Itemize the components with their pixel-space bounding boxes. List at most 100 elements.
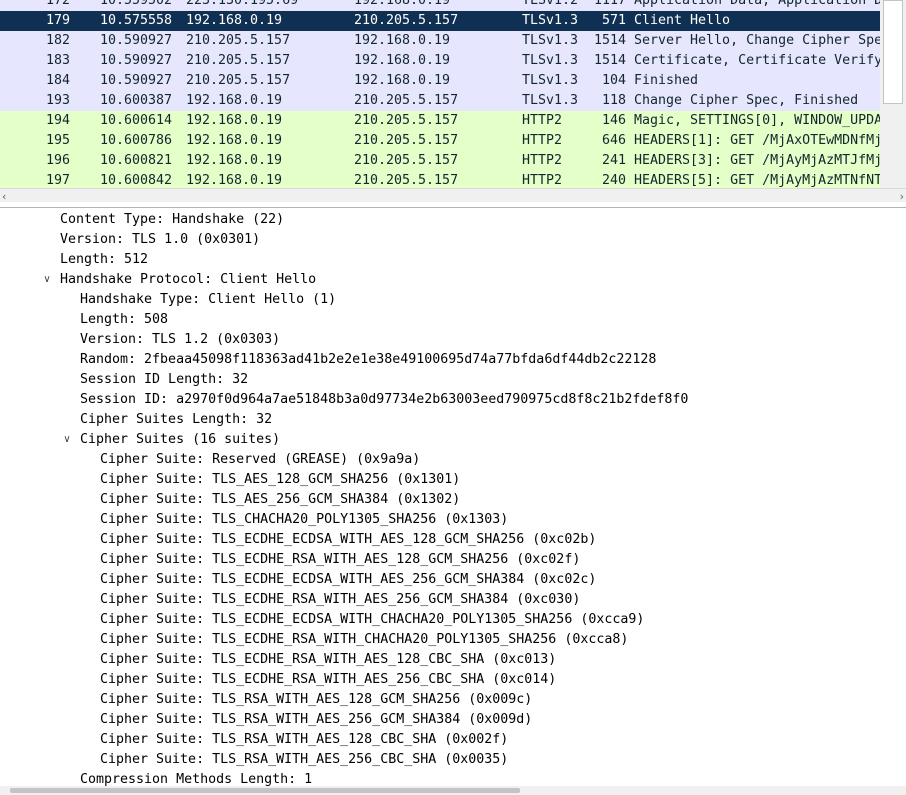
detail-tree-item[interactable]: Cipher Suite: TLS_AES_128_GCM_SHA256 (0x…: [100, 470, 460, 490]
packet-row[interactable]: 196 10.600821 192.168.0.19 210.205.5.157 HTT…: [0, 151, 880, 171]
detail-tree-label: Content Type: Handshake (22): [60, 212, 285, 227]
detail-tree-item[interactable]: Cipher Suite: TLS_ECDHE_ECDSA_WITH_CHACH…: [100, 610, 644, 630]
detail-tree-item[interactable]: Cipher Suite: TLS_ECDHE_RSA_WITH_AES_128…: [100, 550, 580, 570]
detail-tree-item[interactable]: Cipher Suite: Reserved (GREASE) (0x9a9a): [100, 450, 420, 470]
details-horizontal-scrollbar[interactable]: [0, 786, 906, 795]
packet-time-cell: 10.600842: [100, 173, 173, 188]
detail-tree-label: Cipher Suites Length: 32: [80, 412, 273, 427]
packet-info-cell: Application Data, Application D: [634, 0, 881, 8]
detail-tree-item[interactable]: Cipher Suite: TLS_RSA_WITH_AES_128_GCM_S…: [100, 690, 532, 710]
detail-tree-label: Cipher Suite: TLS_ECDHE_RSA_WITH_AES_256…: [100, 672, 557, 687]
packet-src-cell: 210.205.5.157: [186, 33, 291, 48]
packet-src-cell: 210.205.5.157: [186, 53, 291, 68]
packet-info-cell: Certificate, Certificate Verify: [634, 53, 881, 68]
packet-row[interactable]: 193 10.600387 192.168.0.19 210.205.5.157 TLS…: [0, 91, 880, 111]
packet-time-cell: 10.590927: [100, 73, 173, 88]
packet-no-cell: 184: [45, 73, 70, 88]
chevron-down-icon[interactable]: ∨: [61, 430, 73, 450]
packet-dst-cell: 210.205.5.157: [354, 173, 459, 188]
packet-dst-cell: 210.205.5.157: [354, 93, 459, 108]
packet-dst-cell: 192.168.0.19: [354, 33, 451, 48]
packet-len-cell: 146: [601, 113, 626, 128]
packet-dst-cell: 192.168.0.19: [354, 53, 451, 68]
detail-tree-item[interactable]: Cipher Suite: TLS_AES_256_GCM_SHA384 (0x…: [100, 490, 460, 510]
packet-proto-cell: TLSv1.3: [522, 53, 579, 68]
packet-proto-cell: HTTP2: [522, 153, 563, 168]
packet-len-cell: 1514: [593, 33, 626, 48]
packet-details-tree[interactable]: Content Type: Handshake (22) Version: TLS…: [0, 210, 906, 786]
detail-tree-item[interactable]: Compression Methods Length: 1: [80, 770, 312, 786]
detail-tree-label: Cipher Suite: TLS_ECDHE_RSA_WITH_AES_128…: [100, 552, 581, 567]
packet-dst-cell: 210.205.5.157: [354, 153, 459, 168]
packet-row[interactable]: 179 10.575558 192.168.0.19 210.205.5.157 TLS…: [0, 11, 880, 31]
packet-row[interactable]: 183 10.590927 210.205.5.157 192.168.0.19 TLS…: [0, 51, 880, 71]
packet-dst-cell: 192.168.0.19: [354, 0, 451, 8]
pane-splitter[interactable]: [0, 202, 906, 208]
detail-tree-label: Cipher Suites (16 suites): [80, 432, 281, 447]
detail-tree-item[interactable]: Cipher Suite: TLS_ECDHE_RSA_WITH_AES_256…: [100, 590, 580, 610]
detail-tree-item[interactable]: Cipher Suite: TLS_ECDHE_RSA_WITH_AES_256…: [100, 670, 556, 690]
detail-tree-item[interactable]: Length: 508: [80, 310, 168, 330]
packet-info-cell: Finished: [634, 73, 699, 88]
scrollbar-thumb[interactable]: [883, 0, 903, 104]
packet-row[interactable]: 197 10.600842 192.168.0.19 210.205.5.157 HTT…: [0, 171, 880, 188]
detail-tree-label: Length: 512: [60, 252, 149, 267]
packet-time-cell: 10.600821: [100, 153, 173, 168]
detail-tree-item[interactable]: Session ID Length: 32: [80, 370, 248, 390]
detail-tree-label: Handshake Protocol: Client Hello: [60, 272, 317, 287]
detail-tree-label: Cipher Suite: TLS_AES_256_GCM_SHA384 (0x…: [100, 492, 461, 507]
detail-tree-item[interactable]: Cipher Suite: TLS_RSA_WITH_AES_256_CBC_S…: [100, 750, 508, 770]
detail-tree-item[interactable]: Cipher Suite: TLS_RSA_WITH_AES_256_GCM_S…: [100, 710, 532, 730]
packet-src-cell: 192.168.0.19: [186, 13, 283, 28]
packet-src-cell: 192.168.0.19: [186, 173, 283, 188]
packet-proto-cell: TLSv1.3: [522, 13, 579, 28]
detail-tree-item[interactable]: Cipher Suites Length: 32: [80, 410, 272, 430]
packet-time-cell: 10.600786: [100, 133, 173, 148]
detail-tree-item[interactable]: ∨ Cipher Suites (16 suites): [63, 430, 281, 450]
packet-src-cell: 223.130.195.69: [186, 0, 299, 8]
packet-no-cell: 172: [45, 0, 70, 8]
packet-info-cell: Change Cipher Spec, Finished: [634, 93, 859, 108]
detail-tree-label: Version: TLS 1.0 (0x0301): [60, 232, 261, 247]
packet-no-cell: 193: [45, 93, 70, 108]
detail-tree-item[interactable]: Version: TLS 1.0 (0x0301): [60, 230, 260, 250]
detail-tree-item[interactable]: Cipher Suite: TLS_CHACHA20_POLY1305_SHA2…: [100, 510, 508, 530]
detail-tree-item[interactable]: Length: 512: [60, 250, 148, 270]
packet-list-vertical-scrollbar[interactable]: [880, 0, 906, 188]
packet-proto-cell: HTTP2: [522, 133, 563, 148]
detail-tree-item[interactable]: Random: 2fbeaa45098f118363ad41b2e2e1e38e…: [80, 350, 656, 370]
packet-row[interactable]: 194 10.600614 192.168.0.19 210.205.5.157 HTT…: [0, 111, 880, 131]
packet-list[interactable]: 172 10.559502 223.130.195.69 192.168.0.19 TL…: [0, 0, 881, 188]
detail-tree-item[interactable]: Session ID: a2970f0d964a7ae51848b3a0d977…: [80, 390, 688, 410]
detail-tree-item[interactable]: ∨ Handshake Protocol: Client Hello: [43, 270, 317, 290]
packet-src-cell: 192.168.0.19: [186, 133, 283, 148]
packet-dst-cell: 192.168.0.19: [354, 73, 451, 88]
packet-len-cell: 1514: [593, 53, 626, 68]
detail-tree-label: Cipher Suite: TLS_RSA_WITH_AES_128_GCM_S…: [100, 692, 533, 707]
detail-tree-label: Cipher Suite: TLS_ECDHE_ECDSA_WITH_AES_2…: [100, 572, 597, 587]
detail-tree-item[interactable]: Content Type: Handshake (22): [60, 210, 284, 230]
packet-row[interactable]: 195 10.600786 192.168.0.19 210.205.5.157 HTT…: [0, 131, 880, 151]
packet-time-cell: 10.600387: [100, 93, 173, 108]
detail-tree-item[interactable]: Cipher Suite: TLS_RSA_WITH_AES_128_CBC_S…: [100, 730, 508, 750]
detail-tree-item[interactable]: Cipher Suite: TLS_ECDHE_ECDSA_WITH_AES_1…: [100, 530, 596, 550]
detail-tree-item[interactable]: Cipher Suite: TLS_ECDHE_RSA_WITH_AES_128…: [100, 650, 556, 670]
detail-tree-label: Cipher Suite: TLS_RSA_WITH_AES_128_CBC_S…: [100, 732, 509, 747]
packet-info-cell: HEADERS[1]: GET /MjAxOTEwMDNfMj: [634, 133, 881, 148]
packet-row[interactable]: 172 10.559502 223.130.195.69 192.168.0.19 TL…: [0, 0, 880, 11]
detail-tree-label: Cipher Suite: TLS_CHACHA20_POLY1305_SHA2…: [100, 512, 509, 527]
packet-len-cell: 118: [601, 93, 626, 108]
chevron-down-icon[interactable]: ∨: [41, 270, 53, 290]
packet-len-cell: 646: [601, 133, 626, 148]
detail-tree-label: Cipher Suite: TLS_AES_128_GCM_SHA256 (0x…: [100, 472, 461, 487]
detail-tree-item[interactable]: Handshake Type: Client Hello (1): [80, 290, 336, 310]
packet-row[interactable]: 184 10.590927 210.205.5.157 192.168.0.19 TLS…: [0, 71, 880, 91]
detail-tree-item[interactable]: Cipher Suite: TLS_ECDHE_ECDSA_WITH_AES_2…: [100, 570, 596, 590]
scrollbar-thumb[interactable]: [10, 788, 520, 793]
packet-proto-cell: HTTP2: [522, 173, 563, 188]
packet-list-horizontal-scrollbar[interactable]: ‹ ›: [0, 188, 906, 203]
detail-tree-item[interactable]: Cipher Suite: TLS_ECDHE_RSA_WITH_CHACHA2…: [100, 630, 628, 650]
detail-tree-label: Cipher Suite: TLS_ECDHE_RSA_WITH_AES_256…: [100, 592, 581, 607]
packet-row[interactable]: 182 10.590927 210.205.5.157 192.168.0.19 TLS…: [0, 31, 880, 51]
detail-tree-item[interactable]: Version: TLS 1.2 (0x0303): [80, 330, 280, 350]
